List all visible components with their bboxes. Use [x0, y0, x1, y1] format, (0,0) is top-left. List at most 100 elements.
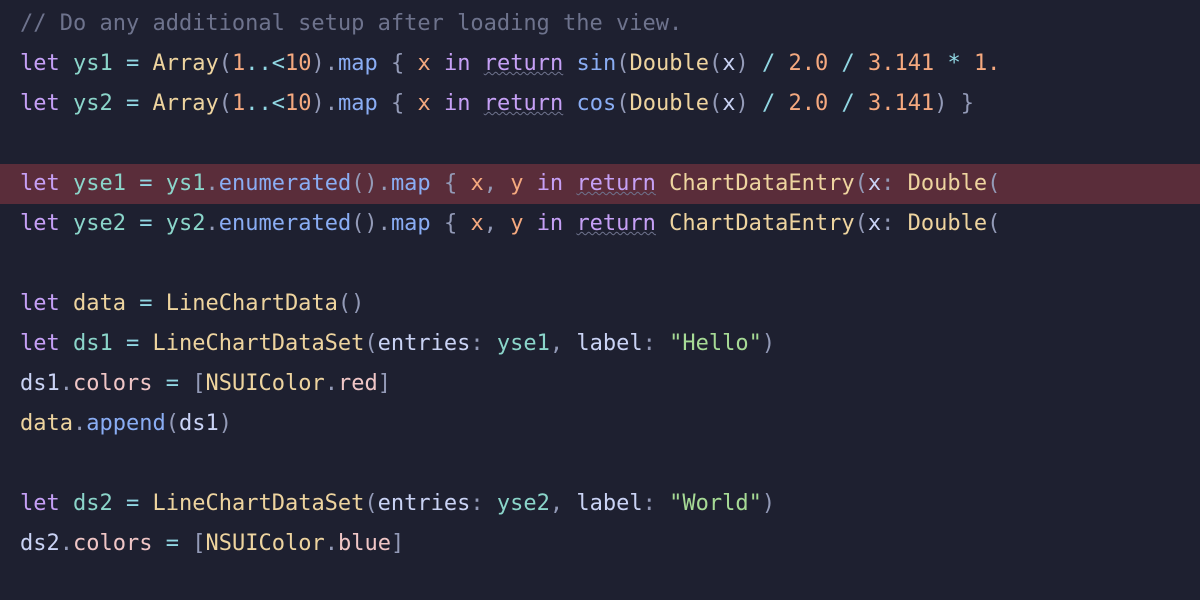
- code-token: [60, 491, 73, 516]
- code-token: ds1: [73, 331, 113, 356]
- code-line[interactable]: let data = LineChartData(): [0, 284, 1200, 324]
- code-token: (: [219, 91, 232, 116]
- code-token: ds2: [20, 531, 60, 556]
- code-token: [152, 171, 165, 196]
- code-token: (: [364, 331, 377, 356]
- code-token: ds1: [179, 411, 219, 436]
- code-token: .: [73, 411, 86, 436]
- code-token: [656, 211, 669, 236]
- code-token: let: [20, 91, 60, 116]
- code-token: ]: [378, 371, 391, 396]
- code-token: x: [868, 171, 881, 196]
- code-token: Double: [908, 171, 987, 196]
- code-token: [775, 91, 788, 116]
- code-token: =: [126, 51, 139, 76]
- code-token: 1.: [974, 51, 1001, 76]
- code-token: [113, 491, 126, 516]
- code-token: [: [192, 531, 205, 556]
- code-token: :: [643, 491, 656, 516]
- code-token: 2.0: [788, 91, 828, 116]
- code-line[interactable]: let ds1 = LineChartDataSet(entries: yse1…: [0, 324, 1200, 364]
- code-token: [775, 51, 788, 76]
- code-token: (: [219, 51, 232, 76]
- code-token: (: [709, 91, 722, 116]
- code-token: /: [762, 91, 775, 116]
- code-token: [139, 91, 152, 116]
- code-token: [60, 331, 73, 356]
- code-token: [457, 171, 470, 196]
- code-token: .: [205, 211, 218, 236]
- code-token: {: [444, 171, 457, 196]
- code-token: Double: [908, 211, 987, 236]
- code-line[interactable]: data.append(ds1): [0, 404, 1200, 444]
- code-token: [431, 51, 444, 76]
- code-token: .: [60, 531, 73, 556]
- code-token: [152, 291, 165, 316]
- code-token: =: [126, 91, 139, 116]
- code-token: ys1: [73, 51, 113, 76]
- code-token: ).: [311, 91, 338, 116]
- code-line[interactable]: let yse1 = ys1.enumerated().map { x, y i…: [0, 164, 1200, 204]
- code-editor[interactable]: // Do any additional setup after loading…: [0, 0, 1200, 564]
- code-token: {: [444, 211, 457, 236]
- code-line[interactable]: [0, 244, 1200, 284]
- code-token: [179, 371, 192, 396]
- code-token: x: [470, 211, 483, 236]
- code-token: colors: [73, 531, 152, 556]
- code-token: [60, 171, 73, 196]
- code-token: :: [881, 211, 894, 236]
- code-line[interactable]: ds1.colors = [NSUIColor.red]: [0, 364, 1200, 404]
- code-token: [894, 171, 907, 196]
- code-token: [563, 91, 576, 116]
- code-token: [855, 91, 868, 116]
- code-token: red: [338, 371, 378, 396]
- code-token: ): [762, 491, 775, 516]
- code-line[interactable]: let ys1 = Array(1..<10).map { x in retur…: [0, 44, 1200, 84]
- code-line[interactable]: let yse2 = ys2.enumerated().map { x, y i…: [0, 204, 1200, 244]
- code-token: [139, 331, 152, 356]
- code-token: y: [510, 211, 523, 236]
- code-token: let: [20, 171, 60, 196]
- code-token: (: [616, 91, 629, 116]
- code-token: [961, 51, 974, 76]
- code-token: [152, 371, 165, 396]
- code-token: [855, 51, 868, 76]
- code-token: x: [470, 171, 483, 196]
- code-token: [470, 51, 483, 76]
- code-token: x: [722, 51, 735, 76]
- code-token: /: [841, 91, 854, 116]
- code-line[interactable]: [0, 444, 1200, 484]
- code-token: [431, 91, 444, 116]
- code-token: map: [391, 171, 431, 196]
- code-token: ).: [311, 51, 338, 76]
- code-token: [523, 211, 536, 236]
- code-token: /: [762, 51, 775, 76]
- code-token: (: [616, 51, 629, 76]
- code-token: ChartDataEntry: [669, 171, 854, 196]
- code-line[interactable]: ds2.colors = [NSUIColor.blue]: [0, 524, 1200, 564]
- code-token: [60, 291, 73, 316]
- code-token: [497, 171, 510, 196]
- code-line[interactable]: let ds2 = LineChartDataSet(entries: yse2…: [0, 484, 1200, 524]
- code-token: 1: [232, 91, 245, 116]
- code-token: ,: [550, 491, 563, 516]
- code-line[interactable]: let ys2 = Array(1..<10).map { x in retur…: [0, 84, 1200, 124]
- code-token: [378, 91, 391, 116]
- code-token: [179, 531, 192, 556]
- code-token: 2.0: [788, 51, 828, 76]
- code-token: .: [325, 371, 338, 396]
- code-token: ys1: [166, 171, 206, 196]
- code-token: yse1: [497, 331, 550, 356]
- code-token: =: [166, 531, 179, 556]
- code-token: (: [855, 171, 868, 196]
- code-token: yse1: [73, 171, 126, 196]
- code-token: entries: [378, 491, 471, 516]
- code-token: let: [20, 491, 60, 516]
- code-token: ().: [351, 171, 391, 196]
- code-token: ,: [550, 331, 563, 356]
- code-token: [113, 91, 126, 116]
- code-line[interactable]: // Do any additional setup after loading…: [0, 4, 1200, 44]
- code-token: LineChartDataSet: [153, 331, 365, 356]
- code-line[interactable]: [0, 124, 1200, 164]
- code-token: :: [470, 491, 483, 516]
